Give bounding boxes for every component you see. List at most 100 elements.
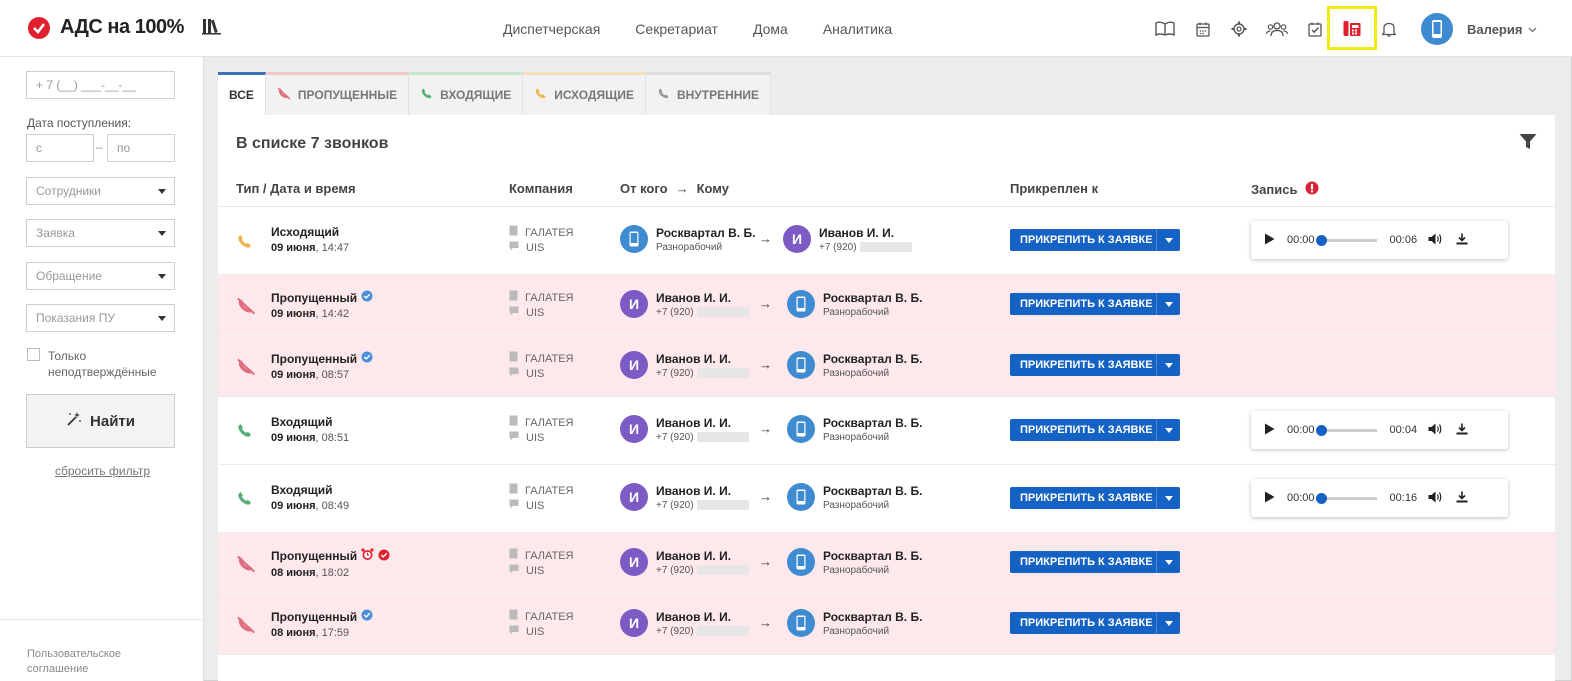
- alert-icon: [1305, 181, 1319, 198]
- tab-missed[interactable]: Пропущенные: [265, 72, 410, 115]
- play-icon[interactable]: [1264, 233, 1275, 248]
- seek-bar[interactable]: [1315, 492, 1377, 504]
- tab-all[interactable]: Все: [218, 72, 266, 115]
- seek-bar[interactable]: [1315, 234, 1377, 246]
- arrow-right-icon: →: [759, 489, 772, 504]
- attach-to-request-button[interactable]: ПРИКРЕПИТЬ К ЗАЯВКЕ: [1010, 551, 1180, 573]
- download-icon[interactable]: [1456, 491, 1468, 506]
- callee-name: Росквартал В. Б.: [823, 609, 923, 624]
- meter-readings-select[interactable]: Показания ПУ: [26, 304, 175, 332]
- user-agreement-link[interactable]: Пользовательское соглашение: [27, 647, 147, 677]
- user-menu[interactable]: Валерия: [1421, 13, 1537, 45]
- date-from-input[interactable]: с: [26, 134, 94, 162]
- reset-filter-link[interactable]: сбросить фильтр: [55, 464, 150, 478]
- attach-dropdown[interactable]: [1156, 551, 1180, 573]
- calls-main: Все Пропущенные Входящие Исходящие Внутр…: [218, 72, 1555, 681]
- task-checklist-icon[interactable]: [1300, 14, 1330, 44]
- logo[interactable]: АДС на 100%: [28, 16, 222, 39]
- table-row[interactable]: Входящий 09 июня, 08:49 ГАЛАТЕЯ UIS И Ив…: [218, 465, 1555, 533]
- attach-to-request-button[interactable]: ПРИКРЕПИТЬ К ЗАЯВКЕ: [1010, 612, 1180, 634]
- play-icon[interactable]: [1264, 491, 1275, 506]
- only-unconfirmed-label: Только неподтверждённые: [48, 348, 157, 380]
- books-icon[interactable]: [201, 17, 222, 38]
- attach-to-request-button[interactable]: ПРИКРЕПИТЬ К ЗАЯВКЕ: [1010, 293, 1180, 315]
- col-type-date-label: Тип / Дата и время: [236, 181, 356, 196]
- request-select-value: Заявка: [36, 226, 75, 240]
- download-icon[interactable]: [1456, 233, 1468, 248]
- calendar-icon[interactable]: [1188, 14, 1218, 44]
- attach-dropdown[interactable]: [1156, 487, 1180, 509]
- caller-phone-prefix: +7 (920): [656, 306, 694, 318]
- nav-houses[interactable]: Дома: [753, 21, 788, 37]
- phone-input[interactable]: + 7 (__) ___-__-__: [26, 71, 175, 99]
- seek-bar[interactable]: [1315, 424, 1377, 436]
- initial-avatar: И: [620, 351, 648, 379]
- employees-select[interactable]: Сотрудники: [26, 177, 175, 205]
- volume-icon[interactable]: [1428, 423, 1443, 438]
- attach-to-request-button[interactable]: ПРИКРЕПИТЬ К ЗАЯВКЕ: [1010, 229, 1180, 251]
- seek-knob[interactable]: [1315, 424, 1327, 436]
- outgoing-call-icon: [236, 233, 253, 253]
- caret-down-icon: [1164, 495, 1173, 501]
- tab-outgoing[interactable]: Исходящие: [523, 72, 646, 115]
- only-unconfirmed-checkbox[interactable]: [27, 348, 40, 361]
- request-select[interactable]: Заявка: [26, 219, 175, 247]
- top-bar: АДС на 100% Диспетчерская Секретариат До…: [0, 0, 1572, 57]
- attach-label: ПРИКРЕПИТЬ К ЗАЯВКЕ: [1020, 617, 1153, 629]
- find-button[interactable]: Найти: [26, 394, 175, 448]
- call-time: , 08:49: [315, 500, 350, 512]
- audio-player: 00:00 00:16: [1251, 479, 1508, 517]
- nav-analytics[interactable]: Аналитика: [823, 21, 892, 37]
- phone-avatar-icon: [620, 225, 648, 253]
- provider-line: UIS: [509, 241, 574, 256]
- seek-knob[interactable]: [1315, 234, 1327, 246]
- table-row[interactable]: Пропущенный 09 июня, 14:42 ГАЛАТЕЯ UIS И…: [218, 275, 1555, 336]
- attach-to-request-button[interactable]: ПРИКРЕПИТЬ К ЗАЯВКЕ: [1010, 354, 1180, 376]
- caret-down-icon: [1164, 237, 1173, 243]
- bell-icon[interactable]: [1374, 14, 1404, 44]
- filter-icon[interactable]: [1519, 133, 1537, 154]
- provider-name: UIS: [526, 500, 545, 512]
- table-row[interactable]: Пропущенный 09 июня, 08:57 ГАЛАТЕЯ UIS И…: [218, 336, 1555, 397]
- company-line: ГАЛАТЕЯ: [509, 225, 574, 241]
- appeal-select[interactable]: Обращение: [26, 262, 175, 290]
- users-group-icon[interactable]: [1262, 14, 1292, 44]
- phone-avatar-icon: [787, 290, 815, 318]
- company-name: ГАЛАТЕЯ: [525, 484, 574, 497]
- attach-dropdown[interactable]: [1156, 612, 1180, 634]
- call-type-tabs: Все Пропущенные Входящие Исходящие Внутр…: [218, 72, 772, 115]
- tab-internal[interactable]: Внутренние: [645, 72, 772, 115]
- attach-dropdown[interactable]: [1156, 229, 1180, 251]
- seek-knob[interactable]: [1315, 492, 1327, 504]
- download-icon[interactable]: [1456, 423, 1468, 438]
- play-icon[interactable]: [1264, 423, 1275, 438]
- call-type-line: Пропущенный: [271, 290, 373, 305]
- attach-dropdown[interactable]: [1156, 419, 1180, 441]
- nav-secretariat[interactable]: Секретариат: [635, 21, 718, 37]
- attach-dropdown[interactable]: [1156, 354, 1180, 376]
- table-row[interactable]: Входящий 09 июня, 08:51 ГАЛАТЕЯ UIS И Ив…: [218, 397, 1555, 465]
- date-to-input[interactable]: по: [107, 134, 175, 162]
- settings-gear-icon[interactable]: [1224, 14, 1254, 44]
- call-type-line: Пропущенный: [271, 609, 373, 624]
- masked-number: [696, 432, 749, 442]
- callee: Росквартал В. Б. Разнорабочий: [787, 290, 922, 318]
- tab-incoming[interactable]: Входящие: [409, 72, 524, 115]
- call-datetime: 08 июня, 17:59: [271, 627, 373, 639]
- table-row[interactable]: Исходящий 09 июня, 14:47 ГАЛАТЕЯ UIS Рос…: [218, 207, 1555, 275]
- company-line: ГАЛАТЕЯ: [509, 609, 574, 625]
- nav-dispatch[interactable]: Диспетчерская: [503, 21, 600, 37]
- verified-icon: [361, 609, 373, 624]
- missed-call-icon: [236, 555, 256, 576]
- attach-to-request-button[interactable]: ПРИКРЕПИТЬ К ЗАЯВКЕ: [1010, 419, 1180, 441]
- table-row[interactable]: Пропущенный 08 июня, 17:59 ГАЛАТЕЯ UIS И…: [218, 594, 1555, 655]
- book-icon[interactable]: [1150, 14, 1180, 44]
- volume-icon[interactable]: [1428, 233, 1443, 248]
- attach-to-request-button[interactable]: ПРИКРЕПИТЬ К ЗАЯВКЕ: [1010, 487, 1180, 509]
- attach-label: ПРИКРЕПИТЬ К ЗАЯВКЕ: [1020, 492, 1153, 504]
- call-log-icon[interactable]: [1327, 6, 1377, 50]
- table-row[interactable]: Пропущенный 08 июня, 18:02 ГАЛАТЕЯ UIS И…: [218, 533, 1555, 594]
- volume-icon[interactable]: [1428, 491, 1443, 506]
- attach-dropdown[interactable]: [1156, 293, 1180, 315]
- caller-phone: +7 (920): [656, 626, 749, 637]
